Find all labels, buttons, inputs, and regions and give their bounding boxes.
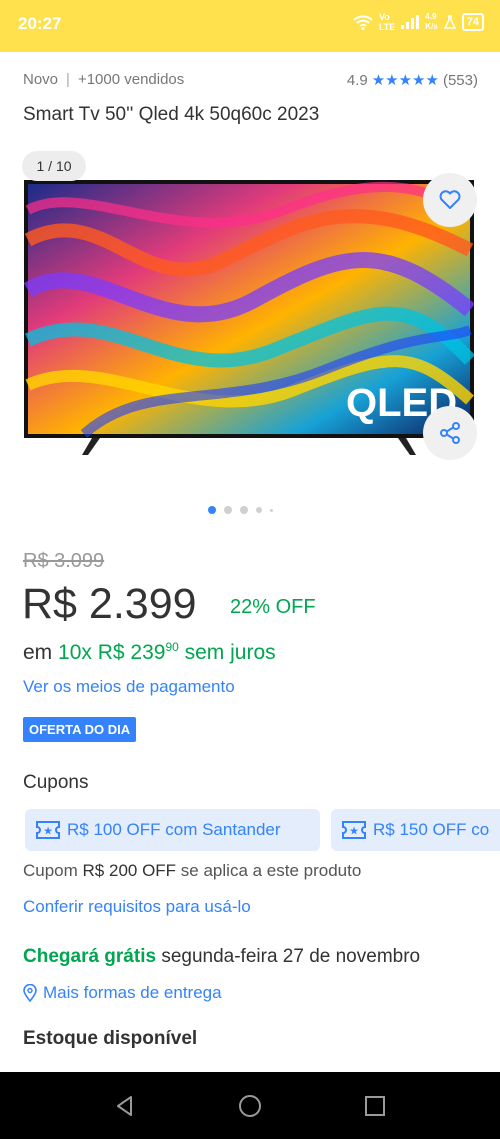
image-counter: 1 / 10 [22, 151, 86, 181]
discount-label: 22% OFF [230, 596, 316, 618]
coupon-card[interactable]: ★ R$ 150 OFF co [331, 809, 500, 851]
coupon-label: R$ 100 OFF com Santander [67, 820, 281, 839]
meta-separator: | [66, 71, 70, 88]
free-shipping-label: Chegará grátis [23, 946, 157, 967]
product-image[interactable]: QLED [24, 180, 474, 455]
shipping-info: Chegará grátis segunda-feira 27 de novem… [23, 946, 420, 968]
product-title: Smart Tv 50'' Qled 4k 50q60c 2023 [23, 104, 320, 125]
current-price: R$ 2.399 [22, 580, 197, 628]
installments-value: 10x R$ 23990 [58, 640, 179, 664]
pagination-dot-active[interactable] [208, 506, 216, 514]
svg-text:★: ★ [43, 825, 53, 838]
stock-title: Estoque disponível [23, 1028, 198, 1049]
product-meta: Novo | +1000 vendidos 4.9 ★★★★★ (553) [23, 71, 478, 91]
review-count: (553) [442, 71, 478, 89]
favorite-button[interactable] [423, 173, 477, 227]
coupon-note: Cupom R$ 200 OFF se aplica a este produt… [23, 861, 362, 880]
network-speed: 4.9 K/s [425, 12, 438, 31]
recents-icon[interactable] [361, 1092, 389, 1120]
deal-of-day-badge: OFERTA DO DIA [23, 717, 137, 742]
flask-icon [443, 15, 456, 29]
pagination-dot[interactable] [224, 506, 232, 514]
pagination-dot[interactable] [240, 506, 248, 514]
installments: em 10x R$ 23990 sem juros [23, 640, 276, 664]
original-price: R$ 3.099 [23, 550, 105, 572]
delivery-date: segunda-feira 27 de novembro [156, 946, 421, 967]
heart-icon [439, 190, 461, 209]
wifi-icon [353, 15, 373, 30]
svg-text:★: ★ [349, 825, 359, 838]
battery-icon: 74 [461, 13, 484, 31]
location-pin-icon [23, 984, 37, 1002]
system-navigation-bar [0, 1072, 500, 1139]
home-icon[interactable] [236, 1092, 264, 1120]
coupon-label: R$ 150 OFF co [373, 820, 490, 839]
status-icons: Vo LTE 4.9 K/s 74 [353, 12, 484, 32]
pagination-dot[interactable] [256, 507, 262, 513]
product-condition: Novo [23, 71, 59, 88]
share-icon [440, 422, 460, 444]
coupon-ticket-icon: ★ [36, 821, 60, 839]
signal-icon [401, 15, 420, 29]
coupon-note-amount: R$ 200 OFF [82, 861, 177, 880]
more-delivery-options-link[interactable]: Mais formas de entrega [23, 983, 222, 1003]
rating-value: 4.9 [346, 71, 368, 89]
share-button[interactable] [423, 406, 477, 460]
back-icon[interactable] [111, 1092, 139, 1120]
coupon-card[interactable]: ★ R$ 100 OFF com Santander [25, 809, 320, 851]
status-bar: 20:27 Vo LTE 4.9 K/s 74 [0, 0, 500, 52]
coupon-ticket-icon: ★ [342, 821, 366, 839]
product-sold-count: +1000 vendidos [77, 71, 185, 88]
status-time: 20:27 [18, 14, 62, 33]
payment-methods-link[interactable]: Ver os meios de pagamento [23, 677, 235, 697]
rating[interactable]: 4.9 ★★★★★ (553) [346, 71, 478, 90]
pagination-dot[interactable] [270, 508, 273, 512]
coupons-title: Cupons [23, 772, 89, 793]
star-rating-icon: ★★★★★ [371, 72, 439, 89]
coupon-requirements-link[interactable]: Conferir requisitos para usá-lo [23, 897, 251, 917]
volte-indicator: Vo LTE [378, 12, 396, 32]
gallery-pagination[interactable] [208, 506, 273, 514]
